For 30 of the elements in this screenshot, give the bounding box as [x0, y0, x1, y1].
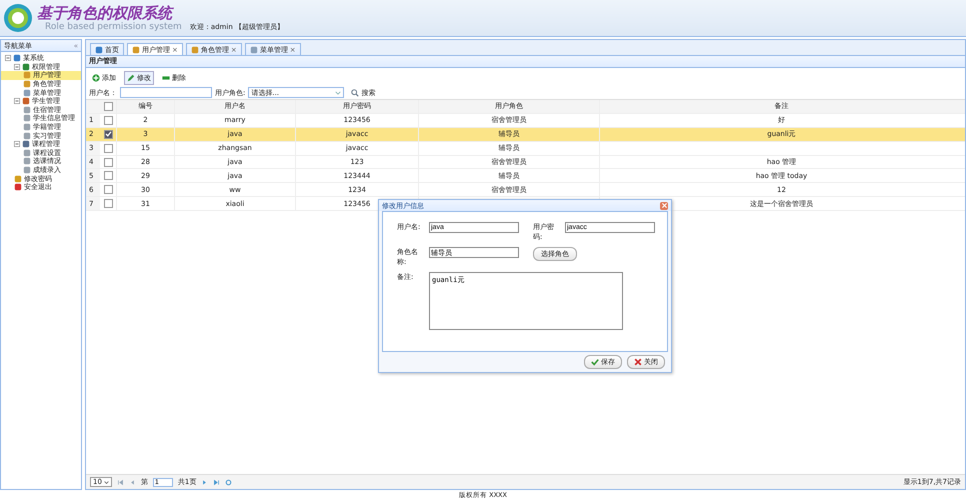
checkbox[interactable] — [104, 144, 112, 153]
logo-icon — [3, 3, 33, 33]
collapse-icon[interactable] — [14, 98, 20, 104]
previous-page-icon[interactable] — [128, 478, 136, 486]
refresh-icon[interactable] — [225, 478, 232, 486]
app-subtitle: Role based permission system — [44, 22, 182, 32]
close-icon — [634, 358, 642, 366]
checkbox[interactable] — [104, 116, 112, 125]
search-icon — [351, 88, 360, 96]
pencil-icon — [127, 74, 135, 82]
add-icon — [92, 74, 100, 82]
checkbox[interactable] — [104, 158, 112, 166]
next-page-icon[interactable] — [201, 478, 208, 486]
checkbox[interactable] — [104, 130, 112, 139]
last-page-icon[interactable] — [213, 478, 220, 486]
collapse-icon[interactable] — [5, 55, 11, 62]
caret-icon — [335, 90, 342, 96]
checkbox[interactable] — [104, 199, 112, 208]
checkbox[interactable] — [104, 171, 112, 180]
checkbox[interactable] — [104, 185, 112, 194]
minus-icon — [162, 74, 170, 82]
caret-icon — [104, 480, 109, 484]
app-title: 基于角色的权限系统 — [37, 4, 175, 22]
username-field[interactable] — [120, 87, 212, 98]
first-page-icon[interactable] — [116, 478, 124, 486]
checkbox[interactable] — [104, 102, 112, 111]
collapse-icon[interactable] — [14, 141, 20, 148]
check-icon — [591, 358, 599, 366]
collapse-icon[interactable] — [14, 64, 20, 70]
close-button[interactable] — [660, 202, 668, 210]
